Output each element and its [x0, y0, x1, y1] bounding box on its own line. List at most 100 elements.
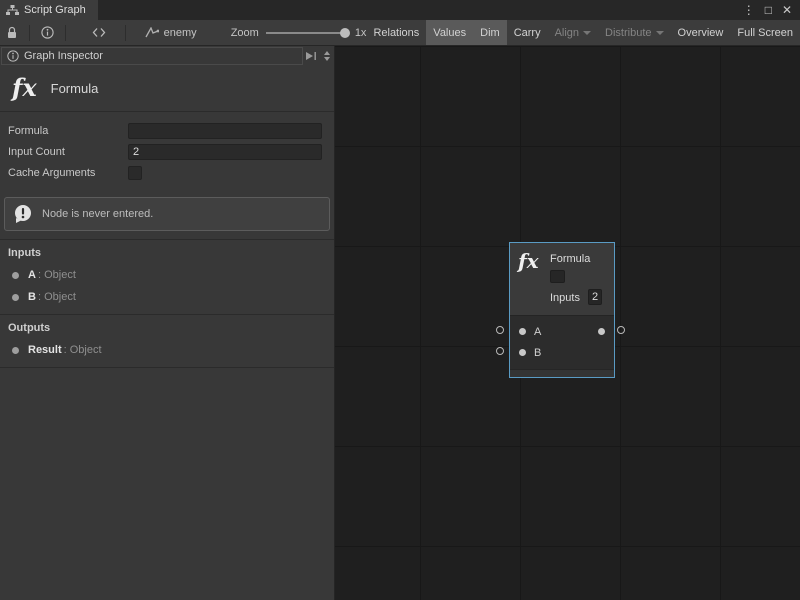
zoom-value: 1x: [355, 27, 367, 39]
warning-box: Node is never entered.: [4, 197, 330, 231]
formula-fx-icon: fx: [12, 76, 37, 100]
zoom-slider[interactable]: [266, 26, 348, 40]
port-name: B: [28, 291, 36, 303]
close-icon[interactable]: ✕: [782, 4, 792, 16]
graph-toolbar: enemy Zoom 1x Relations Values Dim Carry…: [0, 20, 800, 46]
formula-field-row: Formula: [8, 120, 322, 141]
divider: [0, 367, 334, 368]
chevron-down-icon: [656, 31, 664, 35]
output-port-result[interactable]: [598, 328, 605, 335]
formula-field-label: Formula: [8, 125, 128, 137]
inspector-header: Graph Inspector: [0, 46, 334, 65]
unconnected-port-ring-a[interactable]: [496, 326, 504, 334]
inputs-section: Inputs A Object B Object: [0, 240, 334, 314]
input-port-b[interactable]: [519, 349, 526, 356]
input-port-a[interactable]: [519, 328, 526, 335]
zoom-control: Zoom 1x: [231, 26, 367, 40]
script-graph-icon: [6, 5, 19, 16]
align-label: Align: [555, 27, 579, 39]
full-screen-button[interactable]: Full Screen: [730, 20, 800, 45]
titlebar: Script Graph ⋮ □ ✕: [0, 0, 800, 20]
target-icon: [145, 27, 159, 39]
warning-text: Node is never entered.: [42, 208, 153, 220]
outputs-section: Outputs Result Object: [0, 315, 334, 367]
code-icon[interactable]: [86, 20, 110, 45]
port-bullet-icon: [12, 294, 19, 301]
chevron-down-icon: [583, 31, 591, 35]
port-type: Object: [64, 344, 102, 356]
input-count-field-row: Input Count: [8, 141, 322, 162]
inputs-section-title: Inputs: [8, 247, 326, 259]
menu-icon[interactable]: ⋮: [743, 4, 755, 16]
target-label: enemy: [164, 27, 197, 39]
port-label: B: [534, 347, 541, 359]
graph-target[interactable]: enemy: [145, 27, 197, 39]
scroll-spinner[interactable]: [319, 51, 334, 61]
unconnected-port-ring-result[interactable]: [617, 326, 625, 334]
scroll-down-icon[interactable]: [324, 57, 330, 61]
input-count-label: Input Count: [8, 146, 128, 158]
tab-script-graph[interactable]: Script Graph: [0, 0, 98, 20]
formula-input[interactable]: [128, 123, 322, 139]
lock-icon[interactable]: [0, 20, 24, 45]
node-inputs-label: Inputs: [550, 292, 580, 304]
node-ports: A B: [510, 315, 614, 369]
zoom-label: Zoom: [231, 27, 259, 39]
port-type: Object: [38, 291, 76, 303]
distribute-dropdown[interactable]: Distribute: [598, 20, 670, 45]
align-dropdown[interactable]: Align: [548, 20, 598, 45]
info-icon: [7, 50, 19, 62]
pin-icon[interactable]: [303, 51, 319, 61]
graph-canvas[interactable]: fx Formula Inputs 2 A B: [335, 46, 800, 600]
maximize-icon[interactable]: □: [765, 4, 772, 16]
port-bullet-icon: [12, 272, 19, 279]
graph-inspector-panel: Graph Inspector fx Formula Formula: [0, 46, 335, 600]
cache-arguments-label: Cache Arguments: [8, 167, 128, 179]
relations-button[interactable]: Relations: [366, 20, 426, 45]
info-icon[interactable]: [35, 20, 59, 45]
toolbar-separator: [29, 25, 30, 41]
carry-button[interactable]: Carry: [507, 20, 548, 45]
window-controls: ⋮ □ ✕: [743, 0, 800, 20]
node-title: Formula: [550, 253, 590, 265]
zoom-slider-track: [266, 32, 348, 34]
node-formula-input[interactable]: [550, 270, 565, 283]
node-port-row-a: A: [510, 321, 614, 342]
outputs-section-title: Outputs: [8, 322, 326, 334]
values-button[interactable]: Values: [426, 20, 473, 45]
toolbar-buttons: Relations Values Dim Carry Align Distrib…: [366, 20, 800, 45]
input-port-row-a: A Object: [8, 264, 326, 286]
output-port-row-result: Result Object: [8, 339, 326, 361]
cache-arguments-field-row: Cache Arguments: [8, 162, 322, 183]
distribute-label: Distribute: [605, 27, 651, 39]
cache-arguments-checkbox[interactable]: [128, 166, 142, 180]
script-graph-window: Script Graph ⋮ □ ✕: [0, 0, 800, 600]
port-name: A: [28, 269, 36, 281]
port-label: A: [534, 326, 541, 338]
node-port-row-b: B: [510, 342, 614, 363]
unit-title-block: fx Formula: [0, 65, 334, 111]
tab-title: Script Graph: [24, 4, 86, 16]
formula-node[interactable]: fx Formula Inputs 2 A B: [509, 242, 615, 378]
overview-button[interactable]: Overview: [671, 20, 731, 45]
zoom-slider-handle[interactable]: [340, 28, 350, 38]
dim-button[interactable]: Dim: [473, 20, 507, 45]
input-port-row-b: B Object: [8, 286, 326, 308]
port-name: Result: [28, 344, 62, 356]
toolbar-separator: [125, 25, 126, 41]
input-count-input[interactable]: [128, 144, 322, 160]
formula-node-header: fx Formula Inputs 2: [510, 243, 614, 315]
toolbar-separator: [65, 25, 66, 41]
port-type: Object: [38, 269, 76, 281]
unconnected-port-ring-b[interactable]: [496, 347, 504, 355]
formula-fx-icon: fx: [518, 251, 539, 271]
inspector-header-box[interactable]: Graph Inspector: [1, 47, 303, 65]
inspector-title: Graph Inspector: [24, 50, 103, 62]
scroll-up-icon[interactable]: [324, 51, 330, 55]
node-input-count-field[interactable]: 2: [588, 289, 602, 305]
node-footer: [510, 369, 614, 377]
unit-title: Formula: [51, 81, 99, 96]
unit-fields: Formula Input Count Cache Arguments: [0, 112, 334, 191]
port-bullet-icon: [12, 347, 19, 354]
warning-icon: [13, 204, 33, 224]
